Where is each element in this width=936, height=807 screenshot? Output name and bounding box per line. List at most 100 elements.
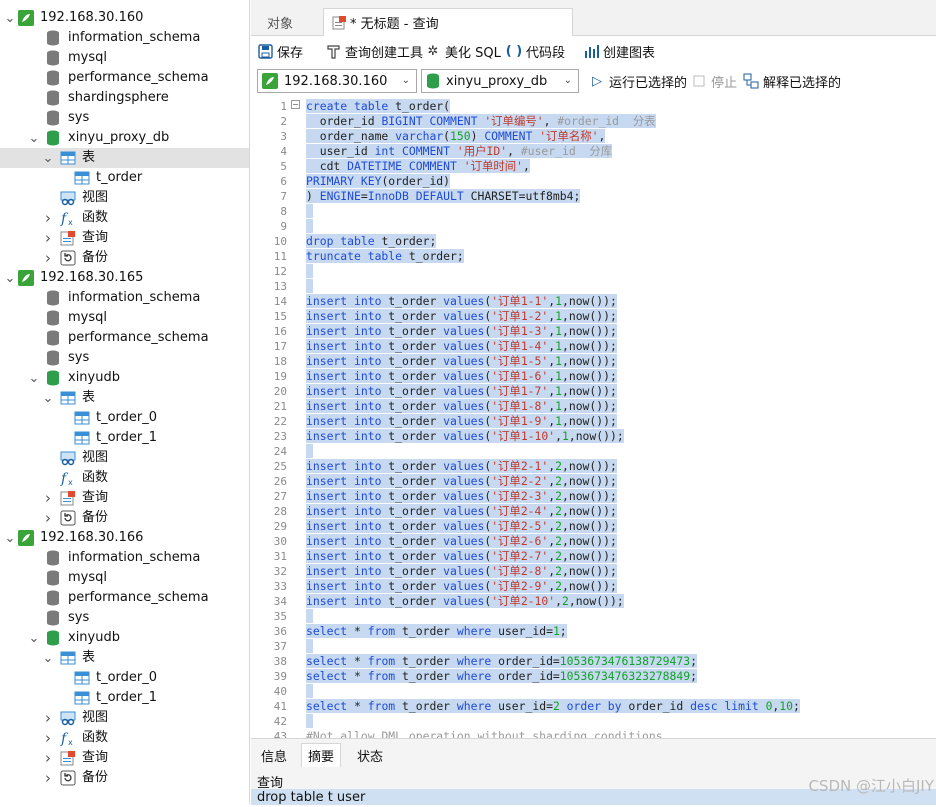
tree-item-dbopen[interactable]: ⌄xinyu_proxy_db bbox=[0, 128, 249, 148]
chevron-down-icon[interactable]: ⌄ bbox=[4, 268, 16, 288]
code-line[interactable]: insert into t_order values('订单2-1',2,now… bbox=[306, 459, 617, 474]
code-line[interactable]: insert into t_order values('订单2-5',2,now… bbox=[306, 519, 617, 534]
code-line[interactable]: insert into t_order values('订单2-6',2,now… bbox=[306, 534, 617, 549]
code-line[interactable]: user_id int COMMENT '用户ID', #user_id 分库 bbox=[306, 144, 612, 159]
chevron-right-icon[interactable]: › bbox=[42, 728, 54, 748]
code-line[interactable]: insert into t_order values('订单1-2',1,now… bbox=[306, 309, 617, 324]
code-line[interactable]: #Not allow DML operation without shardin… bbox=[306, 729, 663, 738]
tree-item-db[interactable]: sys bbox=[0, 108, 249, 128]
stop-button[interactable]: 停止 bbox=[691, 72, 737, 90]
tree-item-dbopen[interactable]: ⌄xinyudb bbox=[0, 628, 249, 648]
tree-item-db[interactable]: information_schema bbox=[0, 288, 249, 308]
chevron-down-icon[interactable]: ⌄ bbox=[28, 368, 40, 388]
code-line[interactable]: insert into t_order values('订单2-10',2,no… bbox=[306, 594, 624, 609]
tree-item-backup[interactable]: ›备份 bbox=[0, 508, 249, 528]
save-button[interactable]: 保存 bbox=[257, 42, 303, 60]
code-snippet-button[interactable]: ( ) 代码段 bbox=[506, 42, 565, 60]
tree-item-dbopen[interactable]: ⌄xinyudb bbox=[0, 368, 249, 388]
tree-item-func[interactable]: ›fx函数 bbox=[0, 728, 249, 748]
tree-item-func[interactable]: ›fx函数 bbox=[0, 208, 249, 228]
chevron-down-icon[interactable]: ⌄ bbox=[4, 8, 16, 28]
tree-item-conn[interactable]: ⌄192.168.30.160 bbox=[0, 8, 249, 28]
code-line[interactable]: insert into t_order values('订单1-1',1,now… bbox=[306, 294, 617, 309]
tree-item-backup[interactable]: ›备份 bbox=[0, 248, 249, 268]
tree-item-func[interactable]: fx函数 bbox=[0, 468, 249, 488]
tree-item-db[interactable]: information_schema bbox=[0, 28, 249, 48]
code-line[interactable]: select * from t_order where user_id=1; bbox=[306, 624, 567, 639]
tree-item-db[interactable]: performance_schema bbox=[0, 328, 249, 348]
code-line[interactable]: insert into t_order values('订单1-4',1,now… bbox=[306, 339, 617, 354]
code-line[interactable]: order_id BIGINT COMMENT '订单编号', #order_i… bbox=[306, 114, 656, 129]
create-chart-button[interactable]: 创建图表 bbox=[583, 42, 655, 60]
code-line[interactable]: insert into t_order values('订单2-2',2,now… bbox=[306, 474, 617, 489]
code-line[interactable]: insert into t_order values('订单2-7',2,now… bbox=[306, 549, 617, 564]
tree-item-table[interactable]: t_order_1 bbox=[0, 428, 249, 448]
chevron-right-icon[interactable]: › bbox=[42, 708, 54, 728]
code-line[interactable] bbox=[306, 204, 313, 219]
tree-item-view[interactable]: ›视图 bbox=[0, 708, 249, 728]
tab-summary[interactable]: 摘要 bbox=[301, 743, 341, 767]
query-builder-button[interactable]: 查询创建工具 bbox=[325, 42, 423, 60]
chevron-down-icon[interactable]: ⌄ bbox=[4, 528, 16, 548]
chevron-right-icon[interactable]: › bbox=[42, 248, 54, 268]
code-line[interactable]: order_name varchar(150) COMMENT '订单名称', bbox=[306, 129, 605, 144]
chevron-down-icon[interactable]: ⌄ bbox=[42, 388, 54, 408]
beautify-sql-button[interactable]: ✲ 美化 SQL bbox=[425, 42, 501, 60]
code-line[interactable] bbox=[306, 219, 313, 234]
tree-item-query[interactable]: ›查询 bbox=[0, 748, 249, 768]
tree-item-view[interactable]: 视图 bbox=[0, 188, 249, 208]
explain-selected-button[interactable]: 解释已选择的 bbox=[743, 72, 841, 90]
code-line[interactable]: select * from t_order where order_id=105… bbox=[306, 669, 697, 684]
tree-item-db[interactable]: sys bbox=[0, 348, 249, 368]
tree-item-db[interactable]: mysql bbox=[0, 568, 249, 588]
code-line[interactable]: insert into t_order values('订单1-10',1,no… bbox=[306, 429, 624, 444]
code-line[interactable]: create table t_order( bbox=[306, 99, 450, 114]
tab-query[interactable]: * 无标题 - 查询 bbox=[323, 8, 573, 36]
tab-objects[interactable]: 对象 bbox=[259, 8, 329, 36]
tree-item-tables[interactable]: ⌄表 bbox=[0, 648, 249, 668]
chevron-right-icon[interactable]: › bbox=[42, 508, 54, 528]
tab-status[interactable]: 状态 bbox=[351, 743, 389, 767]
code-line[interactable] bbox=[306, 714, 313, 729]
tree-item-conn[interactable]: ⌄192.168.30.165 bbox=[0, 268, 249, 288]
fold-toggle-icon[interactable]: − bbox=[291, 100, 300, 109]
code-line[interactable]: truncate table t_order; bbox=[306, 249, 464, 264]
code-line[interactable] bbox=[306, 279, 313, 294]
chevron-right-icon[interactable]: › bbox=[42, 228, 54, 248]
tree-item-table[interactable]: t_order_0 bbox=[0, 668, 249, 688]
code-line[interactable]: select * from t_order where order_id=105… bbox=[306, 654, 697, 669]
code-line[interactable]: select * from t_order where user_id=2 or… bbox=[306, 699, 800, 714]
tree-item-db[interactable]: performance_schema bbox=[0, 68, 249, 88]
chevron-right-icon[interactable]: › bbox=[42, 748, 54, 768]
code-line[interactable] bbox=[306, 639, 313, 654]
sql-editor[interactable]: − 1create table t_order(2 order_id BIGIN… bbox=[251, 96, 936, 738]
chevron-down-icon[interactable]: ⌄ bbox=[42, 648, 54, 668]
tree-item-table[interactable]: t_order_1 bbox=[0, 688, 249, 708]
tree-item-query[interactable]: ›查询 bbox=[0, 488, 249, 508]
code-line[interactable]: insert into t_order values('订单1-8',1,now… bbox=[306, 399, 617, 414]
code-line[interactable] bbox=[306, 684, 313, 699]
run-selected-button[interactable]: ▷ 运行已选择的 bbox=[589, 72, 687, 90]
code-line[interactable]: insert into t_order values('订单2-9',2,now… bbox=[306, 579, 617, 594]
chevron-right-icon[interactable]: › bbox=[42, 208, 54, 228]
tree-item-view[interactable]: 视图 bbox=[0, 448, 249, 468]
tab-info[interactable]: 信息 bbox=[255, 743, 293, 767]
code-line[interactable]: insert into t_order values('订单2-8',2,now… bbox=[306, 564, 617, 579]
code-line[interactable]: insert into t_order values('订单2-3',2,now… bbox=[306, 489, 617, 504]
tree-item-table[interactable]: t_order_0 bbox=[0, 408, 249, 428]
tree-item-tables[interactable]: ⌄表 bbox=[0, 388, 249, 408]
code-line[interactable]: drop table t_order; bbox=[306, 234, 436, 249]
tree-item-backup[interactable]: ›备份 bbox=[0, 768, 249, 788]
database-select[interactable]: xinyu_proxy_db ⌄ bbox=[421, 69, 579, 93]
tree-item-query[interactable]: ›查询 bbox=[0, 228, 249, 248]
tree-item-tables[interactable]: ⌄表 bbox=[0, 148, 249, 168]
code-line[interactable] bbox=[306, 609, 313, 624]
code-line[interactable]: insert into t_order values('订单1-9',1,now… bbox=[306, 414, 617, 429]
code-line[interactable] bbox=[306, 264, 313, 279]
connection-select[interactable]: 192.168.30.160 ⌄ bbox=[257, 69, 417, 93]
chevron-down-icon[interactable]: ⌄ bbox=[42, 148, 54, 168]
tree-item-db[interactable]: sys bbox=[0, 608, 249, 628]
tree-item-db[interactable]: information_schema bbox=[0, 548, 249, 568]
tree-item-db[interactable]: mysql bbox=[0, 308, 249, 328]
tree-item-db[interactable]: performance_schema bbox=[0, 588, 249, 608]
